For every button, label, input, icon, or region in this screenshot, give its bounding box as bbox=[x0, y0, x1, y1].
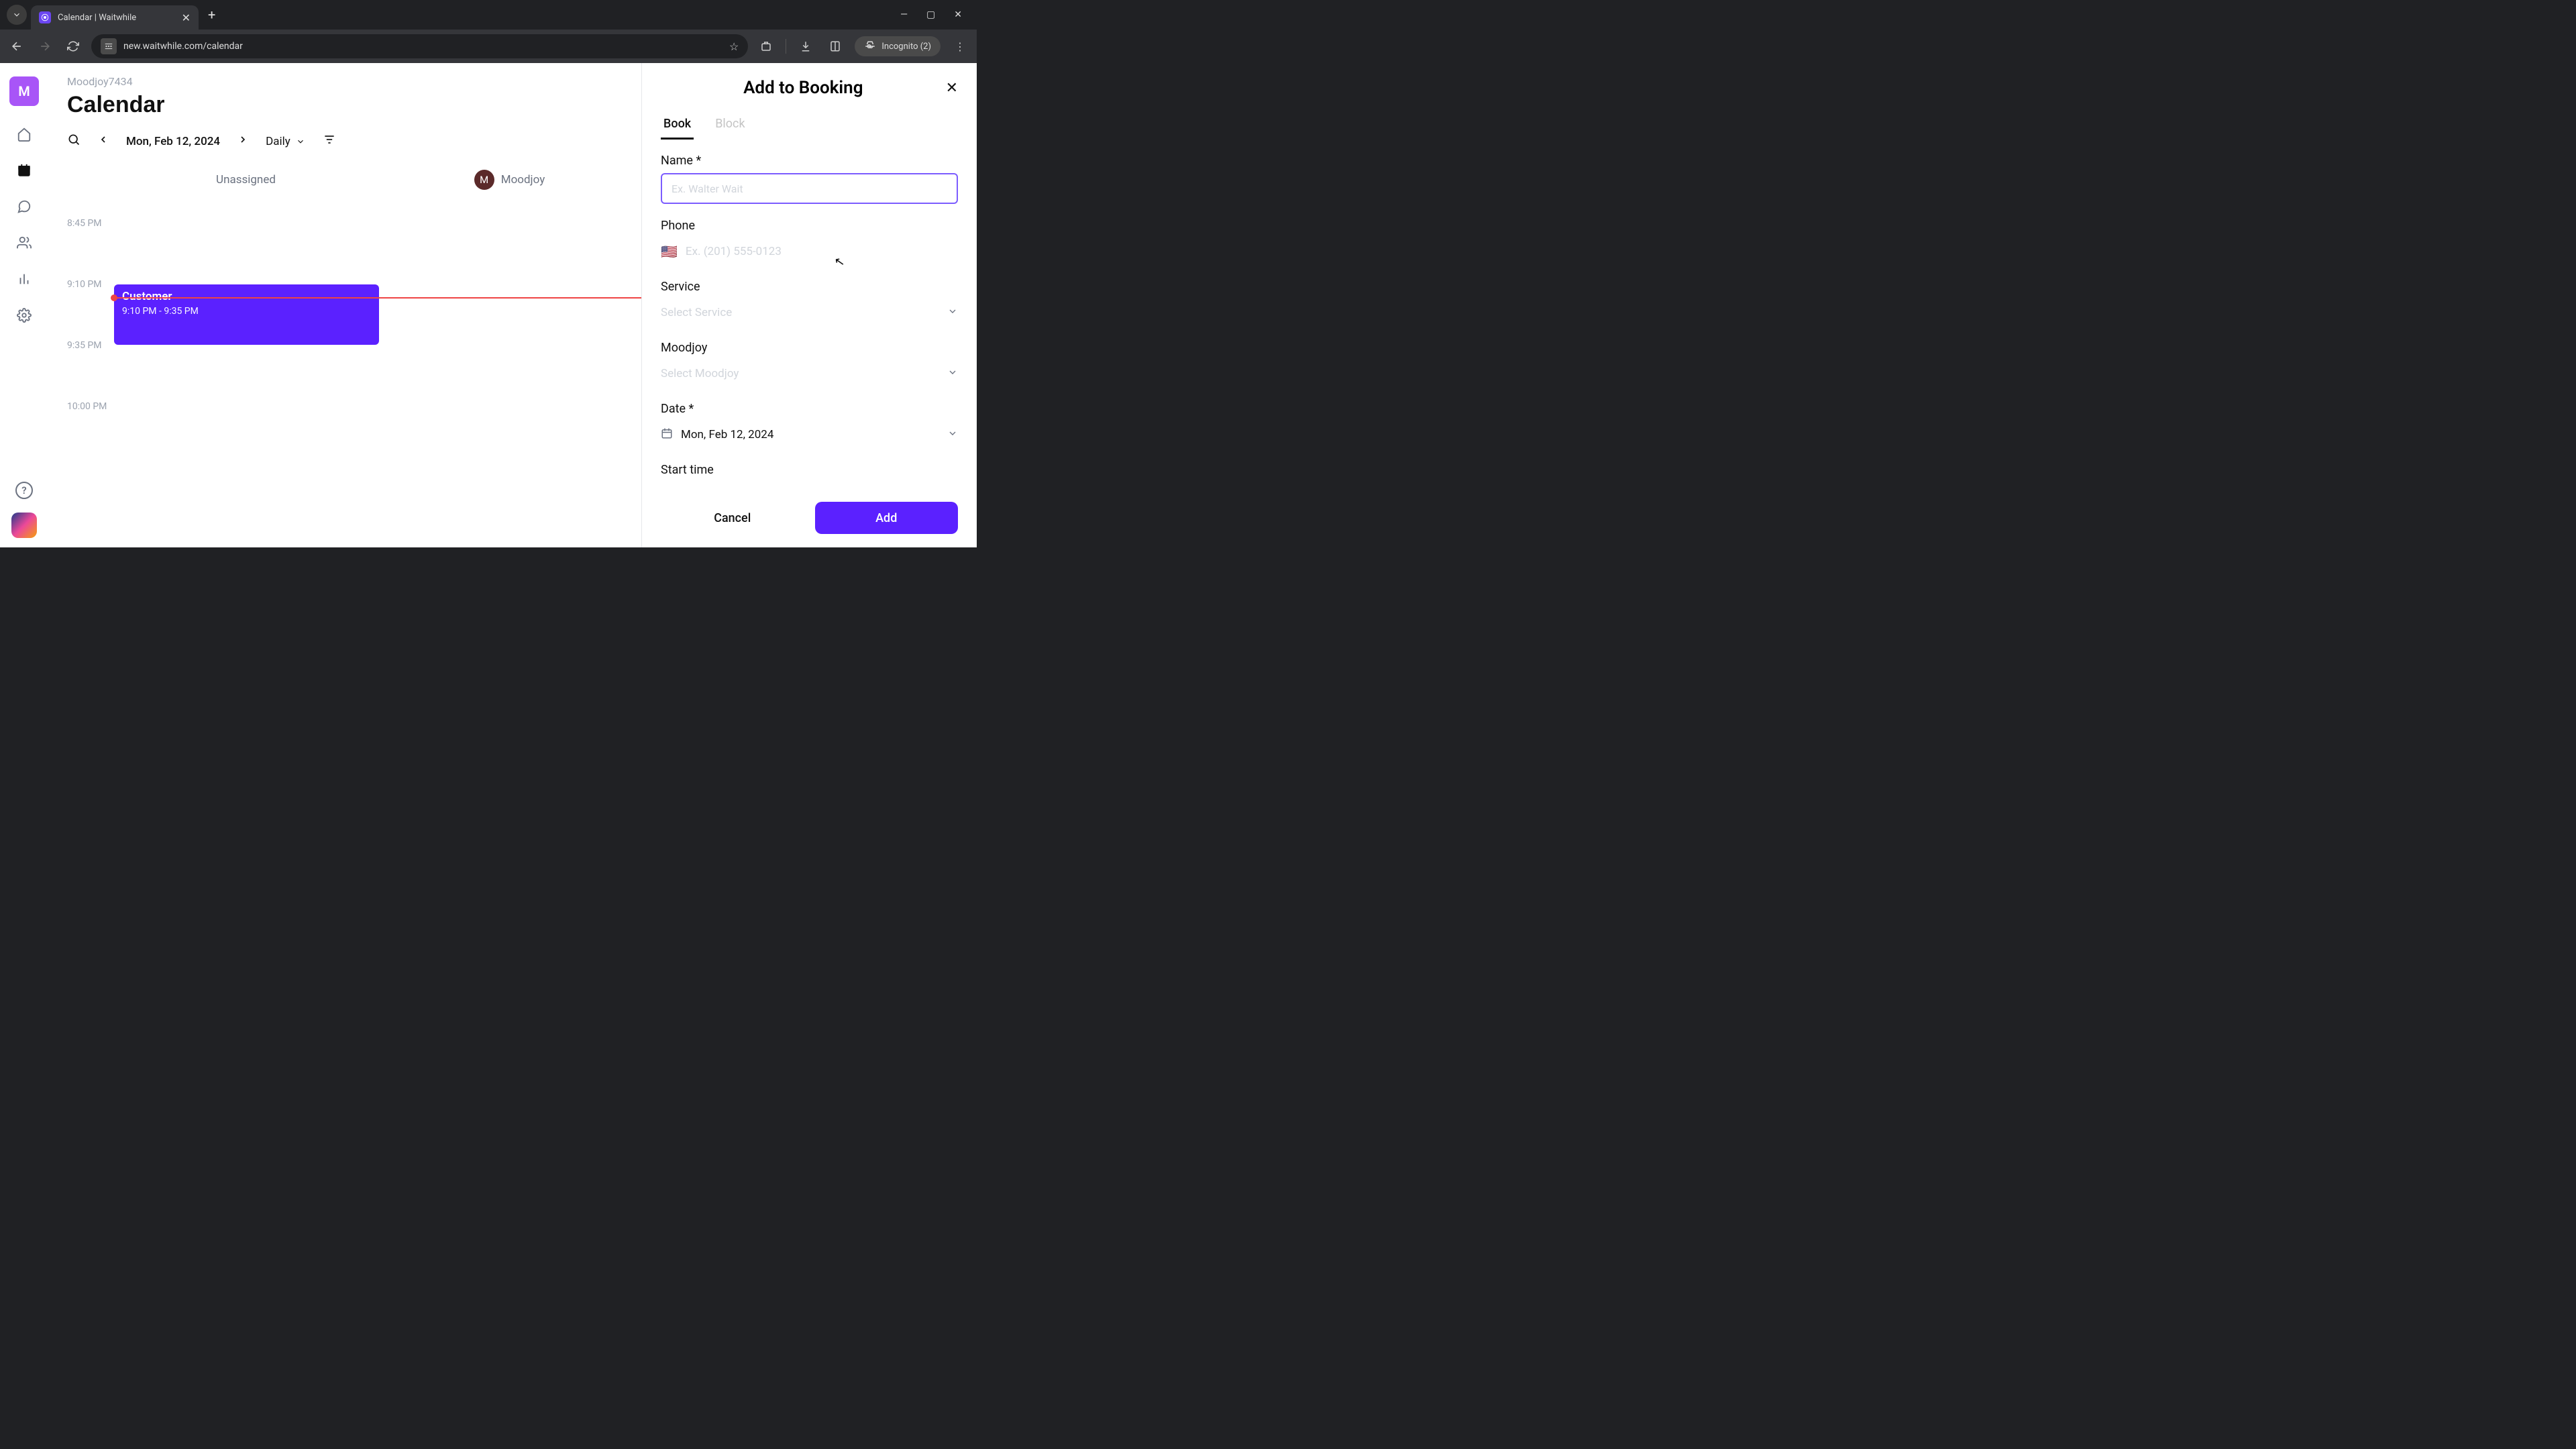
calendar-column-headers: Unassigned M Moodjoy bbox=[114, 170, 641, 190]
calendar-area: Moodjoy7434 Calendar Mon, Feb 12, 2024 D… bbox=[48, 63, 641, 547]
time-label: 9:10 PM bbox=[67, 279, 102, 290]
moodjoy-label: Moodjoy bbox=[661, 341, 958, 355]
event-title: Customer bbox=[122, 290, 371, 303]
phone-input[interactable]: 🇺🇸 Ex. (201) 555-0123 bbox=[661, 238, 958, 265]
start-time-label: Start time bbox=[661, 463, 958, 477]
close-panel-button[interactable]: ✕ bbox=[946, 80, 958, 97]
browser-tab-strip: ⦿ Calendar | Waitwhile ✕ + — ▢ ✕ bbox=[0, 0, 977, 30]
tab-book[interactable]: Book bbox=[661, 110, 694, 140]
chevron-down-icon bbox=[296, 137, 305, 146]
window-controls: — ▢ ✕ bbox=[900, 9, 974, 20]
column-unassigned[interactable]: Unassigned bbox=[114, 170, 378, 190]
date-select[interactable]: Mon, Feb 12, 2024 bbox=[661, 421, 958, 448]
panel-title: Add to Booking bbox=[661, 78, 946, 98]
tab-close-icon[interactable]: ✕ bbox=[182, 11, 191, 24]
column-moodjoy-label: Moodjoy bbox=[501, 173, 545, 186]
date-value: Mon, Feb 12, 2024 bbox=[681, 428, 773, 441]
name-input[interactable] bbox=[661, 173, 958, 204]
nav-rail: M ? bbox=[0, 63, 48, 547]
event-time: 9:10 PM - 9:35 PM bbox=[122, 306, 371, 317]
chevron-down-icon bbox=[947, 367, 958, 380]
view-picker[interactable]: Daily bbox=[266, 135, 305, 148]
start-time-select[interactable]: 9:10 PM bbox=[661, 482, 958, 491]
people-icon[interactable] bbox=[16, 235, 32, 251]
booking-panel: Add to Booking ✕ Book Block Name * Phone… bbox=[641, 63, 977, 547]
analytics-icon[interactable] bbox=[16, 271, 32, 287]
column-moodjoy[interactable]: M Moodjoy bbox=[378, 170, 641, 190]
help-icon[interactable]: ? bbox=[15, 482, 33, 499]
browser-tab[interactable]: ⦿ Calendar | Waitwhile ✕ bbox=[31, 5, 199, 30]
phone-placeholder: Ex. (201) 555-0123 bbox=[686, 245, 782, 258]
settings-icon[interactable] bbox=[16, 307, 32, 323]
service-placeholder: Select Service bbox=[661, 306, 732, 319]
browser-toolbar: new.waitwhile.com/calendar ☆ Incognito (… bbox=[0, 30, 977, 63]
filter-icon[interactable] bbox=[323, 133, 336, 150]
service-label: Service bbox=[661, 280, 958, 294]
address-bar[interactable]: new.waitwhile.com/calendar ☆ bbox=[91, 34, 748, 58]
page-title: Calendar bbox=[67, 92, 641, 118]
tab-search-button[interactable] bbox=[7, 5, 27, 25]
prev-day-button[interactable] bbox=[98, 134, 109, 148]
name-label: Name * bbox=[661, 154, 958, 168]
phone-label: Phone bbox=[661, 219, 958, 233]
calendar-event[interactable]: Customer 9:10 PM - 9:35 PM bbox=[114, 284, 379, 345]
start-time-value: 9:10 PM bbox=[661, 489, 703, 491]
chevron-down-icon bbox=[947, 428, 958, 441]
window-close-button[interactable]: ✕ bbox=[954, 9, 962, 20]
home-icon[interactable] bbox=[16, 126, 32, 142]
url-text: new.waitwhile.com/calendar bbox=[123, 41, 722, 52]
time-label: 10:00 PM bbox=[67, 401, 107, 412]
incognito-icon bbox=[864, 40, 876, 52]
now-indicator bbox=[114, 297, 641, 299]
service-select[interactable]: Select Service bbox=[661, 299, 958, 326]
maximize-button[interactable]: ▢ bbox=[926, 9, 935, 20]
view-label: Daily bbox=[266, 135, 290, 148]
back-button[interactable] bbox=[7, 36, 27, 56]
favicon-icon: ⦿ bbox=[39, 11, 51, 23]
panel-tabs: Book Block bbox=[642, 110, 977, 140]
extensions-icon[interactable] bbox=[756, 36, 776, 56]
date-label: Date * bbox=[661, 402, 958, 416]
reader-icon[interactable] bbox=[825, 36, 845, 56]
calendar-icon[interactable] bbox=[16, 162, 32, 178]
reload-button[interactable] bbox=[63, 36, 83, 56]
time-label: 9:35 PM bbox=[67, 340, 102, 351]
flag-icon[interactable]: 🇺🇸 bbox=[661, 244, 678, 260]
user-avatar[interactable] bbox=[11, 513, 37, 538]
site-info-icon[interactable] bbox=[101, 38, 117, 54]
calendar-controls: Mon, Feb 12, 2024 Daily bbox=[67, 133, 641, 150]
incognito-indicator[interactable]: Incognito (2) bbox=[855, 36, 941, 56]
browser-menu-icon[interactable]: ⋮ bbox=[950, 36, 970, 56]
bookmark-star-icon[interactable]: ☆ bbox=[729, 40, 739, 53]
new-tab-button[interactable]: + bbox=[208, 7, 215, 23]
date-label[interactable]: Mon, Feb 12, 2024 bbox=[126, 135, 220, 148]
search-icon[interactable] bbox=[67, 133, 80, 150]
tab-block[interactable]: Block bbox=[712, 110, 747, 140]
workspace-avatar[interactable]: M bbox=[9, 76, 39, 106]
column-unassigned-label: Unassigned bbox=[216, 173, 276, 186]
time-label: 8:45 PM bbox=[67, 218, 102, 229]
next-day-button[interactable] bbox=[237, 134, 248, 148]
forward-button[interactable] bbox=[35, 36, 55, 56]
add-button[interactable]: Add bbox=[815, 502, 959, 534]
incognito-label: Incognito (2) bbox=[881, 42, 931, 52]
moodjoy-placeholder: Select Moodjoy bbox=[661, 367, 739, 380]
chevron-down-icon bbox=[947, 306, 958, 319]
minimize-button[interactable]: — bbox=[900, 9, 908, 20]
calendar-small-icon bbox=[661, 427, 673, 442]
cancel-button[interactable]: Cancel bbox=[661, 502, 804, 534]
resource-avatar: M bbox=[474, 170, 494, 190]
calendar-grid[interactable]: 8:45 PM 9:10 PM 9:35 PM 10:00 PM Custome… bbox=[67, 217, 641, 547]
breadcrumb[interactable]: Moodjoy7434 bbox=[67, 75, 641, 88]
downloads-icon[interactable] bbox=[796, 36, 816, 56]
browser-tab-title: Calendar | Waitwhile bbox=[58, 13, 175, 23]
moodjoy-select[interactable]: Select Moodjoy bbox=[661, 360, 958, 387]
chat-icon[interactable] bbox=[16, 199, 32, 215]
